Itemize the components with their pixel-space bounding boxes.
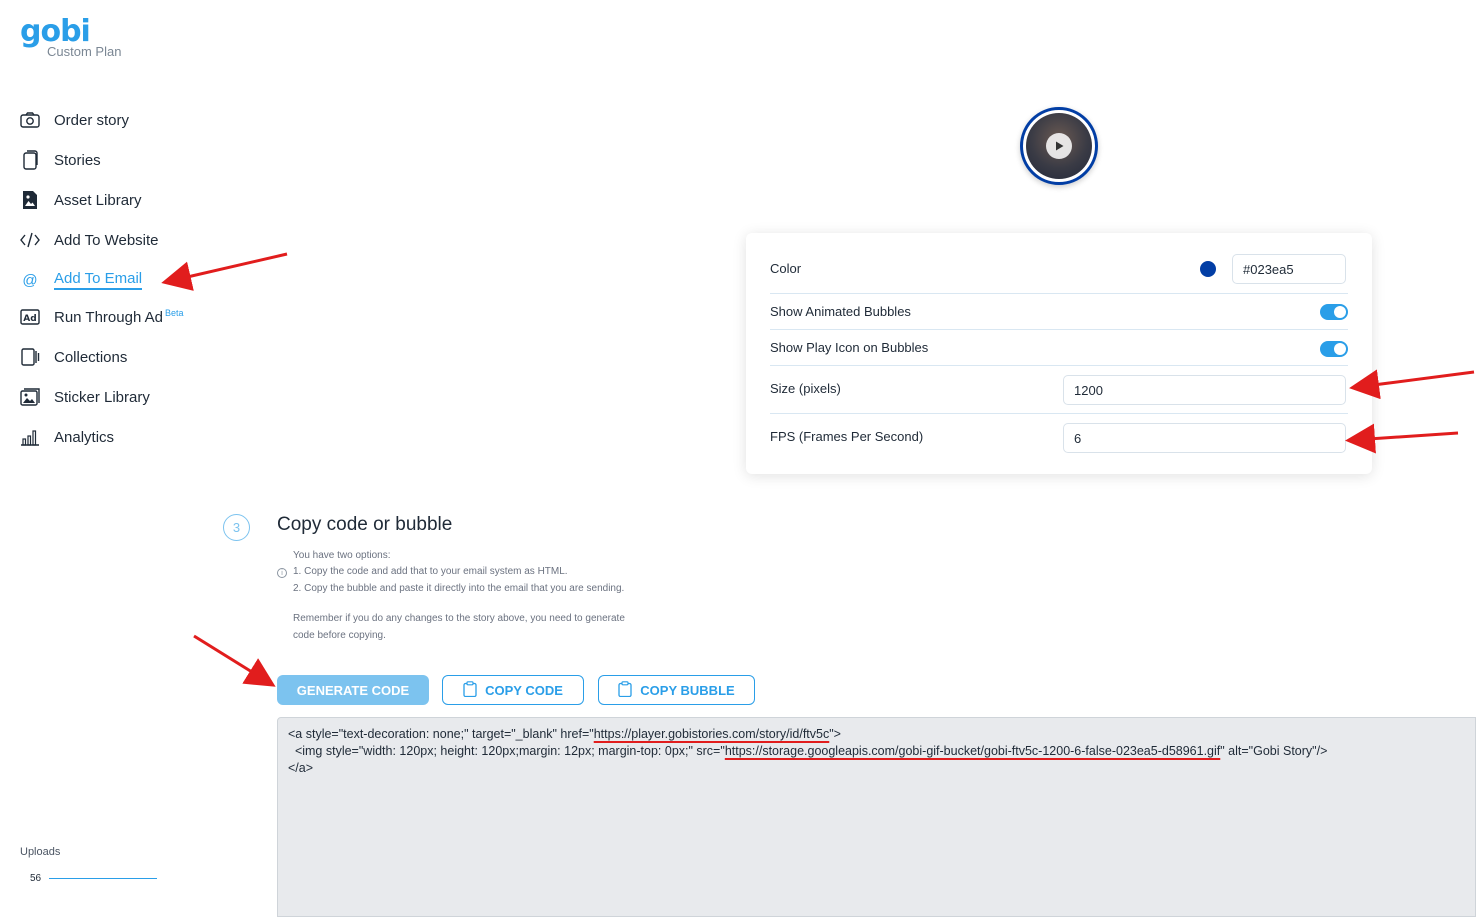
sidebar-item-label: Order story (54, 111, 130, 129)
sidebar-item-run-through-ad[interactable]: Ad Run Through Ad Beta (20, 301, 184, 333)
play-icon-label: Show Play Icon on Bubbles (770, 340, 929, 355)
arrow-to-add-to-email (161, 252, 288, 291)
animated-bubbles-toggle[interactable] (1320, 304, 1348, 320)
help-text-line: You have two options: (293, 550, 391, 561)
sidebar-item-label: Asset Library (54, 191, 142, 209)
animated-bubbles-row: Show Animated Bubbles (770, 294, 1348, 330)
color-label: Color (770, 261, 802, 276)
fps-input[interactable]: 6 (1063, 423, 1346, 453)
sidebar-item-add-to-website[interactable]: Add To Website (20, 224, 159, 256)
uploads-progress-bar (49, 878, 157, 879)
stories-icon (20, 150, 40, 170)
svg-text:Ad: Ad (23, 314, 36, 324)
sidebar-item-analytics[interactable]: Analytics (20, 421, 114, 453)
copy-bubble-button[interactable]: COPY BUBBLE (598, 675, 755, 705)
sidebar-item-add-to-email[interactable]: @ Add To Email (20, 264, 143, 296)
copy-code-button[interactable]: COPY CODE (442, 675, 584, 705)
sidebar-item-label: Collections (54, 348, 128, 366)
code-text: " alt="Gobi Story"/> (1220, 744, 1328, 758)
image-file-icon (20, 190, 40, 210)
sidebar-item-label: Run Through Ad Beta (54, 308, 184, 326)
sidebar-item-label: Analytics (54, 428, 115, 446)
play-icon (1046, 133, 1072, 159)
code-line-3: </a> (288, 761, 314, 775)
color-row: Color #023ea5 (770, 253, 1348, 294)
sidebar-item-order-story[interactable]: Order story (20, 104, 129, 136)
play-icon-row: Show Play Icon on Bubbles (770, 330, 1348, 366)
size-input[interactable]: 1200 (1063, 375, 1346, 405)
gobi-logo[interactable]: gobi Custom Plan (20, 16, 121, 60)
code-icon (20, 230, 40, 250)
color-input[interactable]: #023ea5 (1232, 254, 1346, 284)
sidebar-item-label: Sticker Library (54, 388, 150, 406)
code-text: "> (829, 727, 841, 741)
uploads-count: 56 (30, 873, 42, 884)
gif-url: https://storage.googleapis.com/gobi-gif-… (724, 744, 1221, 758)
help-text-line: code before copying. (293, 630, 386, 641)
sidebar-item-label: Stories (54, 151, 101, 169)
generate-code-button[interactable]: GENERATE CODE (277, 675, 429, 705)
ad-icon: Ad (20, 307, 40, 327)
help-text-line: Remember if you do any changes to the st… (293, 613, 625, 624)
sidebar-item-collections[interactable]: Collections (20, 341, 127, 373)
copy-bubble-label: COPY BUBBLE (640, 682, 735, 698)
step-title: Copy code or bubble (277, 514, 453, 535)
uploads-label: Uploads (20, 846, 61, 858)
help-text-line: 2. Copy the bubble and paste it directly… (293, 583, 625, 594)
beta-badge: Beta (164, 308, 184, 318)
code-text: <img style="width: 120px; height: 120px;… (288, 744, 725, 758)
clipboard-icon (463, 680, 477, 700)
code-text: <a style="text-decoration: none;" target… (288, 727, 594, 741)
sticker-icon (20, 387, 40, 407)
collections-icon (20, 347, 40, 367)
info-icon: i (277, 568, 287, 578)
sidebar-item-stories[interactable]: Stories (20, 144, 101, 176)
analytics-icon (20, 427, 40, 447)
code-line-2: <img style="width: 120px; height: 120px;… (288, 744, 1327, 758)
size-row: Size (pixels) 1200 (770, 366, 1348, 414)
player-url: https://player.gobistories.com/story/id/… (593, 727, 830, 741)
plan-label: Custom Plan (47, 44, 122, 59)
at-icon: @ (22, 271, 38, 289)
sidebar-item-label: Add To Website (54, 231, 159, 249)
arrow-to-generate-button (193, 634, 276, 687)
color-swatch[interactable] (1200, 261, 1216, 277)
play-icon-toggle[interactable] (1320, 341, 1348, 357)
fps-label: FPS (Frames Per Second) (770, 429, 924, 444)
sidebar-item-asset-library[interactable]: Asset Library (20, 184, 142, 216)
code-output[interactable]: <a style="text-decoration: none;" target… (277, 717, 1476, 917)
help-text-line: 1. Copy the code and add that to your em… (293, 566, 568, 577)
sidebar-item-label: Add To Email (54, 270, 143, 290)
fps-row: FPS (Frames Per Second) 6 (770, 414, 1348, 460)
arrow-to-size-input (1349, 369, 1475, 400)
size-label: Size (pixels) (770, 381, 841, 396)
bubble-thumbnail (1026, 113, 1092, 179)
copy-code-label: COPY CODE (485, 682, 563, 698)
step-number: 3 (223, 514, 250, 541)
sidebar-item-label-text: Run Through Ad (54, 309, 163, 326)
story-bubble-preview[interactable] (1020, 107, 1098, 185)
animated-bubbles-label: Show Animated Bubbles (770, 304, 911, 319)
camera-icon (20, 110, 40, 130)
code-line-1: <a style="text-decoration: none;" target… (288, 727, 841, 741)
sidebar-item-sticker-library[interactable]: Sticker Library (20, 381, 150, 413)
bubble-settings-card: Color #023ea5 Show Animated Bubbles Show… (746, 233, 1372, 474)
clipboard-icon (618, 680, 632, 700)
